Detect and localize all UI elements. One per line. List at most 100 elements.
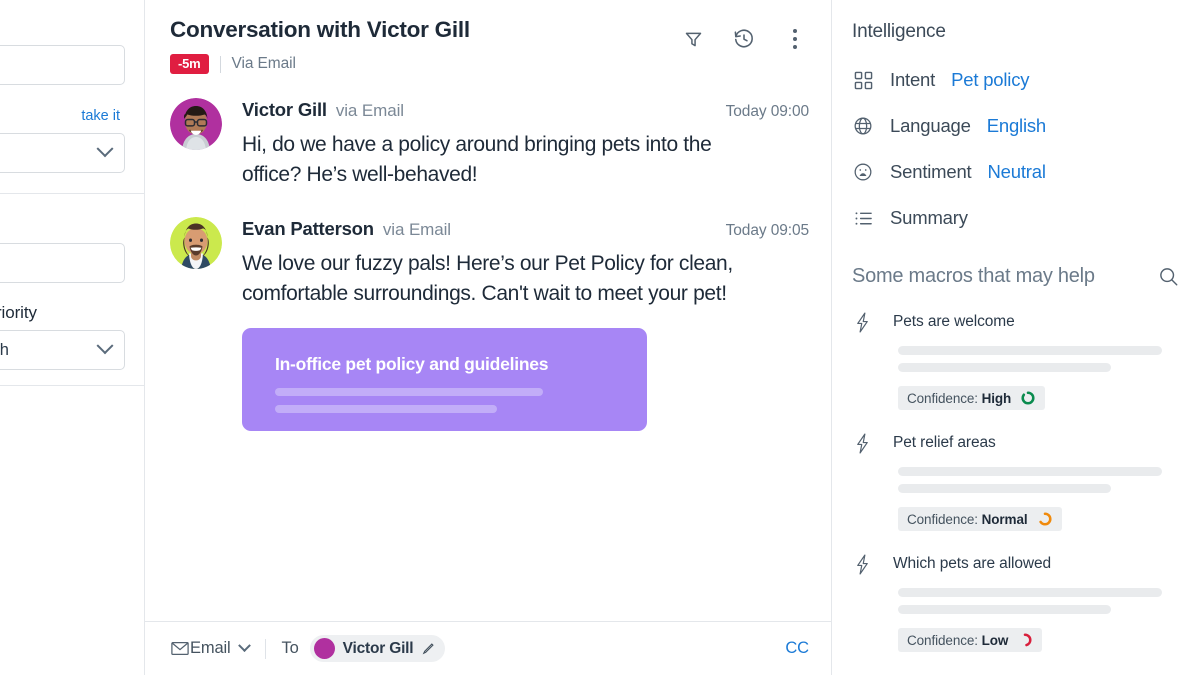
macro-name: Pets are welcome [893,313,1015,330]
intelligence-list: Intent Pet policy Language English Senti… [852,57,1180,241]
to-label: To [281,639,299,657]
confidence-ring-icon [1017,632,1033,648]
message-channel: via Email [382,219,451,239]
recipient-chip[interactable]: Victor Gill [309,635,446,662]
intelligence-value[interactable]: Neutral [988,161,1046,183]
search-icon[interactable] [1156,263,1180,289]
confidence-value: Low [981,632,1009,648]
app-root: take it n v × riority High Conversation … [0,0,1200,675]
composer-channel-select[interactable]: Email [190,639,251,658]
status-badge: -5m [170,54,209,74]
confidence-text: Confidence: Low [907,633,1008,648]
take-it-link[interactable]: take it [81,108,120,124]
avatar [313,638,335,659]
chevron-down-icon [237,639,251,653]
reply-composer: Email To Victor Gill CC [145,621,831,675]
priority-value: High [0,340,9,359]
priority-label: riority [0,303,37,322]
intelligence-row-language[interactable]: Language English [852,103,1180,149]
attachment-placeholder-line [275,387,543,396]
chevron-down-icon [96,140,114,158]
message-text: Hi, do we have a policy around bringing … [242,133,712,187]
macro-item[interactable]: Which pets are allowed Confidence: Low [852,553,1180,652]
intelligence-row-sentiment[interactable]: Sentiment Neutral [852,149,1180,195]
avatar [170,98,222,150]
macro-header: Which pets are allowed [852,553,1180,575]
sidebar-divider-1 [0,193,144,194]
composer-channel-label: Email [190,639,231,657]
macros-title: Some macros that may help [852,264,1095,287]
message-timestamp: Today 09:05 [725,221,809,239]
intelligence-label: Sentiment [890,161,972,182]
intelligence-label: Summary [890,207,968,228]
placeholder-line [898,346,1162,355]
history-icon[interactable] [732,26,756,52]
message-timestamp: Today 09:00 [725,103,809,120]
intelligence-value[interactable]: Pet policy [951,69,1029,91]
assignee-select[interactable]: n [0,133,125,173]
confidence-label: Confidence: [907,390,978,406]
conversation-subheader: -5m Via Email [170,54,809,74]
placeholder-line [898,467,1162,476]
lightning-bolt-icon [852,553,872,575]
placeholder-line [898,484,1111,493]
macro-preview [898,346,1180,372]
macro-name: Pet relief areas [893,434,996,451]
more-options-icon[interactable] [783,26,807,52]
message-item: Victor Gill via Email Today 09:00 Hi, do… [170,96,809,191]
grid-icon [852,69,874,91]
conversation-header: Conversation with Victor Gill -5m Via Em… [145,0,831,88]
message-author: Victor Gill [242,99,327,120]
cc-button[interactable]: CC [785,639,809,658]
avatar [170,216,222,269]
channel-label: Via Email [231,55,296,72]
confidence-value: High [981,390,1012,406]
intelligence-title: Intelligence [852,21,946,42]
message-item: Evan Patterson via Email Today 09:05 We … [170,215,809,431]
message-author: Evan Patterson [242,217,374,239]
macro-preview [898,467,1180,493]
sidebar-divider-2 [0,385,144,386]
confidence-badge: Confidence: Normal [898,507,1062,531]
lightning-bolt-icon [852,432,872,454]
conversation-details-sidebar: take it n v × riority High [0,0,145,675]
attachment-title: In-office pet policy and guidelines [275,353,549,374]
tags-field[interactable]: v × [0,243,125,283]
intelligence-panel: Intelligence Intent Pet policy Language … [832,0,1200,675]
globe-icon [852,115,874,137]
confidence-text: Confidence: Normal [907,512,1028,527]
message-meta: Victor Gill via Email Today 09:00 [242,99,809,121]
list-icon [852,207,874,229]
intelligence-row-intent[interactable]: Intent Pet policy [852,57,1180,103]
placeholder-line [898,363,1111,372]
attachment-placeholder-line [275,404,497,413]
recipient-name: Victor Gill [342,639,414,657]
edit-pencil-icon[interactable] [421,642,435,656]
intelligence-label: Language [890,115,971,136]
placeholder-line [898,605,1111,614]
confidence-ring-icon [1037,511,1053,527]
intelligence-label: Intent [890,69,936,90]
confidence-text: Confidence: High [907,391,1011,406]
confidence-badge: Confidence: High [898,386,1046,410]
macro-item[interactable]: Pet relief areas Confidence: Normal [852,432,1180,531]
confidence-badge: Confidence: Low [898,628,1043,652]
subject-field[interactable] [0,45,125,85]
attachment-card[interactable]: In-office pet policy and guidelines [242,327,647,431]
confidence-label: Confidence: [907,632,978,648]
confidence-label: Confidence: [907,511,978,527]
priority-select[interactable]: High [0,330,125,370]
header-actions [681,26,807,52]
confidence-value: Normal [981,511,1028,527]
macros-header: Some macros that may help [852,263,1180,289]
macro-item[interactable]: Pets are welcome Confidence: High [852,311,1180,410]
intelligence-row-summary[interactable]: Summary [852,195,1180,241]
message-body: Evan Patterson via Email Today 09:05 We … [242,215,809,431]
lightning-bolt-icon [852,311,872,333]
chevron-down-icon [96,337,114,355]
message-list: Victor Gill via Email Today 09:00 Hi, do… [145,88,831,621]
intelligence-value[interactable]: English [987,115,1046,137]
filter-icon[interactable] [681,26,705,52]
macro-name: Which pets are allowed [893,555,1052,572]
message-body: Victor Gill via Email Today 09:00 Hi, do… [242,96,809,191]
